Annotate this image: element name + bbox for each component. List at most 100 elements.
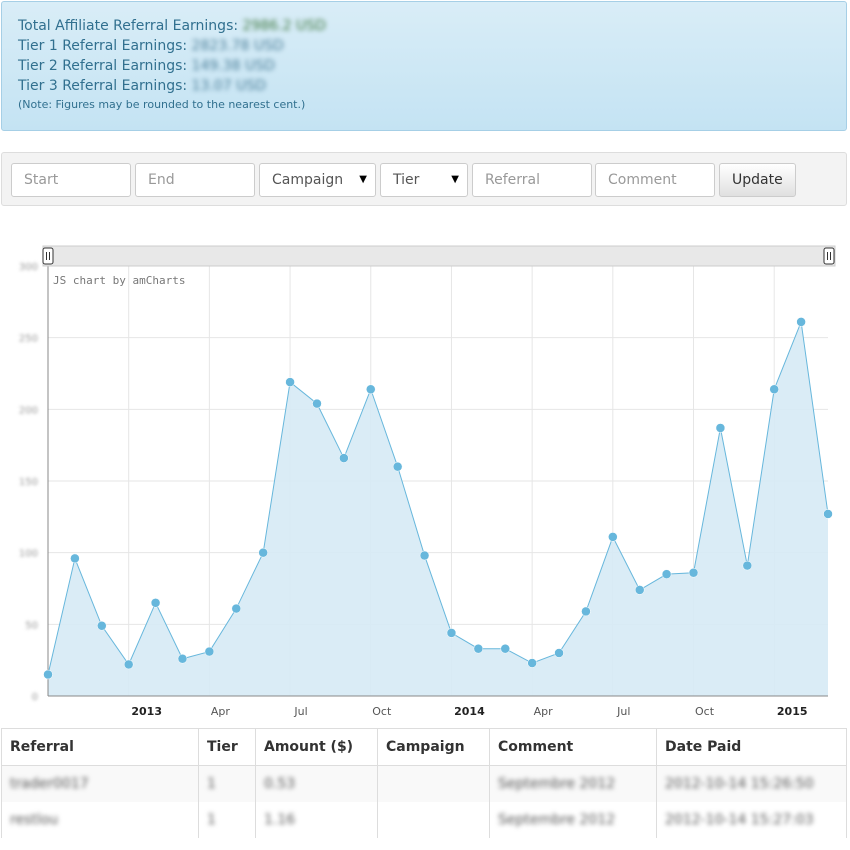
referral-input[interactable]: Referral (472, 163, 592, 197)
referral-placeholder: Referral (485, 172, 540, 188)
tier1-earnings-label: Tier 1 Referral Earnings: (18, 38, 188, 54)
data-point[interactable] (527, 658, 537, 668)
payments-table: Referral Tier Amount ($) Campaign Commen… (1, 728, 847, 838)
data-point[interactable] (823, 509, 833, 519)
cell-date-text: 2012-10-14 15:27:03 (665, 812, 814, 828)
chart-svg: 0 50 100 150 200 250 300 2013 Apr Jul Oct 2014 Apr Ju… (19, 245, 836, 718)
data-point[interactable] (661, 569, 672, 579)
data-point[interactable] (473, 643, 484, 654)
table-row: restlou 1 1.16 Septembre 2012 2012-10-14… (1, 802, 847, 838)
chart-scrollbar[interactable] (42, 245, 836, 267)
col-campaign[interactable]: Campaign (377, 728, 490, 766)
col-referral[interactable]: Referral (1, 728, 199, 766)
col-amount[interactable]: Amount ($) (255, 728, 378, 766)
x-tick-label: Jul (616, 705, 630, 718)
cell-tier-text: 1 (207, 776, 216, 792)
campaign-select-label: Campaign (272, 172, 344, 188)
x-tick-label: Apr (534, 705, 554, 718)
cell-campaign (377, 802, 490, 838)
data-point[interactable] (231, 603, 242, 614)
cell-referral-text: restlou (10, 812, 59, 828)
x-tick-label: Oct (695, 705, 715, 718)
scrollbar-right-grip[interactable] (823, 247, 835, 265)
cell-campaign (377, 765, 490, 802)
cell-comment-text: Septembre 2012 (498, 776, 616, 792)
rounding-note: (Note: Figures may be rounded to the nea… (18, 98, 306, 111)
data-point[interactable] (258, 547, 268, 558)
tier2-earnings-label: Tier 2 Referral Earnings: (18, 58, 188, 74)
tier3-earnings-label: Tier 3 Referral Earnings: (18, 78, 188, 94)
x-tick-label: Apr (211, 705, 231, 718)
filter-bar: Start End Campaign ▼ Tier ▼ Referral Comme… (1, 152, 847, 206)
comment-input[interactable]: Comment (595, 163, 715, 197)
y-tick-label: 150 (19, 477, 38, 488)
y-tick-label: 250 (19, 334, 38, 345)
data-point[interactable] (285, 377, 295, 387)
data-point[interactable] (608, 532, 618, 542)
campaign-caret-icon: ▼ (359, 174, 367, 185)
col-date-paid[interactable]: Date Paid (656, 728, 847, 766)
data-point[interactable] (742, 560, 753, 571)
data-point[interactable] (392, 461, 403, 472)
data-point[interactable] (554, 648, 564, 658)
start-date-input[interactable]: Start (11, 163, 131, 197)
total-earnings-row: Total Affiliate Referral Earnings: 2986.… (18, 16, 830, 36)
data-point[interactable] (177, 653, 188, 664)
cell-comment-text: Septembre 2012 (498, 812, 616, 828)
data-point[interactable] (796, 317, 806, 327)
table-row: trader0017 1 0.53 Septembre 2012 2012-10… (1, 765, 847, 802)
x-tick-label: Oct (372, 705, 392, 718)
tier2-earnings-row: Tier 2 Referral Earnings: 149.38 USD (18, 56, 830, 76)
data-point[interactable] (339, 453, 349, 463)
update-button[interactable]: Update (719, 163, 796, 197)
data-point[interactable] (500, 643, 510, 654)
data-point[interactable] (312, 398, 322, 409)
cell-amount-text: 1.16 (264, 812, 296, 828)
data-point[interactable] (43, 669, 53, 680)
data-point[interactable] (366, 384, 376, 395)
start-placeholder: Start (24, 172, 59, 188)
tier-select[interactable]: Tier ▼ (380, 163, 468, 197)
tier3-earnings-value: 13.07 USD (191, 78, 266, 94)
x-tick-label: 2013 (131, 705, 162, 718)
data-point[interactable] (688, 567, 699, 578)
data-point[interactable] (70, 553, 80, 564)
cell-referral: restlou (1, 802, 199, 838)
amcharts-credit[interactable]: JS chart by amCharts (53, 274, 185, 287)
y-tick-label: 200 (19, 405, 38, 416)
y-tick-label: 100 (19, 549, 38, 560)
data-point[interactable] (769, 384, 779, 395)
tier3-earnings-row: Tier 3 Referral Earnings: 13.07 USD (18, 76, 830, 96)
data-point[interactable] (634, 585, 645, 595)
campaign-select[interactable]: Campaign ▼ (259, 163, 376, 197)
x-tick-label: 2015 (777, 705, 808, 718)
data-point[interactable] (150, 598, 161, 608)
earnings-chart: 0 50 100 150 200 250 300 2013 Apr Jul Oct 2014 Apr Ju… (0, 238, 850, 722)
y-tick-label: 0 (32, 692, 38, 703)
cell-tier-text: 1 (207, 812, 216, 828)
cell-amount: 1.16 (255, 802, 378, 838)
cell-referral-text: trader0017 (10, 776, 89, 792)
data-point[interactable] (581, 606, 591, 617)
data-point[interactable] (419, 550, 430, 561)
x-tick-label: 2014 (454, 705, 485, 718)
end-date-input[interactable]: End (135, 163, 255, 197)
table-header-row: Referral Tier Amount ($) Campaign Commen… (1, 728, 847, 766)
data-point[interactable] (715, 423, 726, 433)
cell-amount: 0.53 (255, 765, 378, 802)
y-tick-label: 300 (19, 262, 38, 273)
cell-referral: trader0017 (1, 765, 199, 802)
col-comment[interactable]: Comment (489, 728, 657, 766)
cell-tier: 1 (198, 765, 256, 802)
cell-amount-text: 0.53 (264, 776, 296, 792)
data-point[interactable] (97, 621, 107, 631)
col-tier[interactable]: Tier (198, 728, 256, 766)
tier1-earnings-value: 2823.78 USD (191, 38, 284, 54)
data-point[interactable] (123, 659, 134, 670)
tier-select-label: Tier (393, 172, 420, 188)
cell-date-text: 2012-10-14 15:26:50 (665, 776, 814, 792)
total-earnings-value: 2986.2 USD (242, 18, 326, 34)
data-point[interactable] (204, 646, 215, 657)
scrollbar-left-grip[interactable] (42, 247, 54, 265)
data-point[interactable] (446, 628, 457, 638)
